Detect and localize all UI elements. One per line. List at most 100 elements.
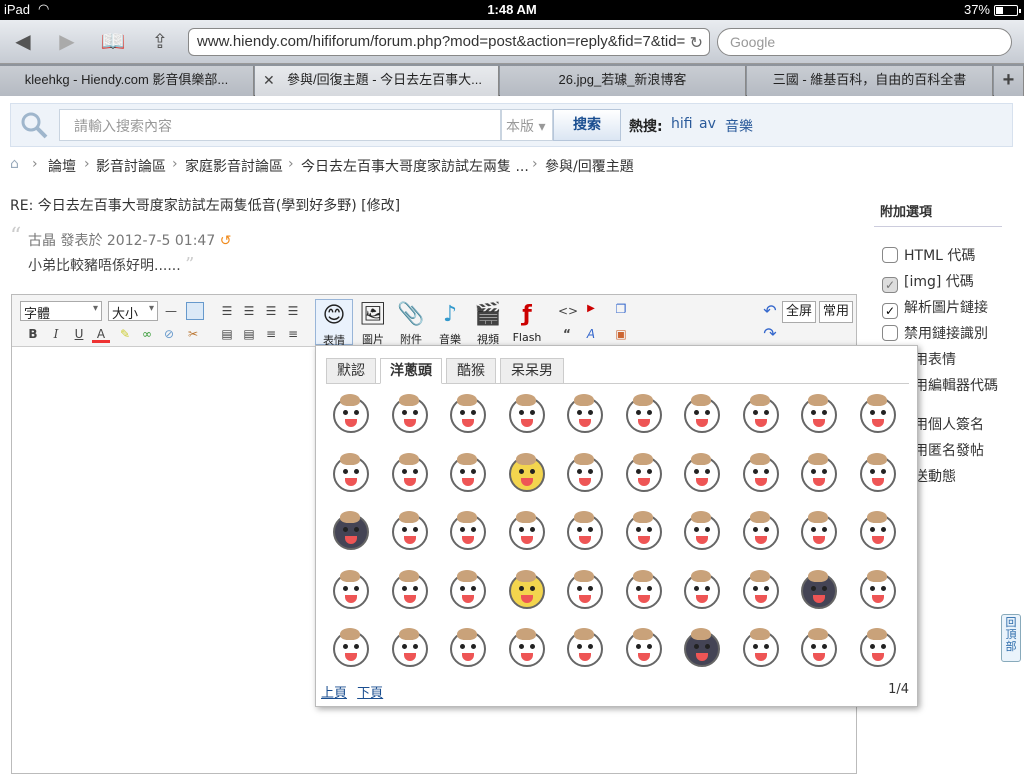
- onion-head-emoticon[interactable]: [445, 626, 491, 672]
- search-field[interactable]: Google: [717, 28, 1012, 56]
- onion-head-emoticon[interactable]: [562, 509, 608, 555]
- onion-head-emoticon[interactable]: [738, 568, 784, 614]
- option-html-code[interactable]: HTML 代碼: [882, 245, 975, 265]
- onion-head-emoticon[interactable]: [445, 509, 491, 555]
- table-icon[interactable]: [186, 302, 204, 320]
- onion-head-emoticon[interactable]: [387, 568, 433, 614]
- onion-head-emoticon[interactable]: [796, 451, 842, 497]
- search-button[interactable]: 搜索: [553, 109, 621, 141]
- font-family-select[interactable]: 字體: [20, 301, 102, 322]
- onion-head-emoticon[interactable]: [679, 568, 725, 614]
- onion-head-emoticon[interactable]: [504, 451, 550, 497]
- browser-tab-1[interactable]: kleehkg - Hiendy.com 影音俱樂部...: [0, 66, 254, 96]
- code-icon[interactable]: <>: [558, 302, 578, 320]
- onion-head-emoticon[interactable]: [621, 568, 667, 614]
- onion-head-emoticon[interactable]: [855, 568, 901, 614]
- redo-icon[interactable]: ↷: [761, 325, 779, 343]
- onion-head-emoticon[interactable]: [738, 392, 784, 438]
- onion-head-emoticon[interactable]: [504, 509, 550, 555]
- close-tab-icon[interactable]: ✕: [263, 66, 275, 94]
- back-to-top-button[interactable]: 回頂部: [1001, 614, 1021, 662]
- emoticon-tab-onion[interactable]: 洋蔥頭: [380, 358, 442, 384]
- onion-head-emoticon[interactable]: [855, 626, 901, 672]
- link-icon[interactable]: ∞: [138, 325, 156, 343]
- undo-icon[interactable]: ↶: [761, 302, 779, 320]
- onion-head-emoticon[interactable]: [796, 626, 842, 672]
- onion-head-emoticon[interactable]: [328, 626, 374, 672]
- copy-icon[interactable]: ❐: [612, 300, 630, 318]
- onion-head-emoticon[interactable]: [796, 568, 842, 614]
- font-style-icon[interactable]: A: [582, 325, 600, 343]
- image-button[interactable]: 🖼 圖片: [354, 299, 392, 346]
- onion-head-emoticon[interactable]: [738, 451, 784, 497]
- breadcrumb-home-av[interactable]: 家庭影音討論區: [185, 156, 283, 176]
- onion-head-emoticon[interactable]: [679, 626, 725, 672]
- onion-head-emoticon[interactable]: [328, 568, 374, 614]
- attachment-button[interactable]: 📎 附件: [392, 299, 430, 346]
- onion-head-emoticon[interactable]: [562, 626, 608, 672]
- onion-head-emoticon[interactable]: [328, 451, 374, 497]
- new-tab-button[interactable]: +: [994, 66, 1024, 96]
- onion-head-emoticon[interactable]: [796, 509, 842, 555]
- back-to-post-icon[interactable]: ↺: [220, 233, 232, 249]
- home-icon[interactable]: ⌂: [10, 156, 19, 172]
- onion-head-emoticon[interactable]: [621, 626, 667, 672]
- onion-head-emoticon[interactable]: [621, 509, 667, 555]
- bookmarks-book-icon[interactable]: 📖: [98, 28, 128, 54]
- insert-image-icon[interactable]: ▣: [612, 325, 630, 343]
- search-input[interactable]: 請輸入搜索內容: [59, 109, 501, 141]
- option-feed[interactable]: 送動態: [914, 466, 956, 486]
- fullscreen-button[interactable]: 全屏: [782, 301, 817, 323]
- back-arrow-icon[interactable]: ◀: [8, 28, 38, 54]
- onion-head-emoticon[interactable]: [445, 451, 491, 497]
- emoticon-tab-monkey[interactable]: 酷猴: [446, 358, 496, 384]
- option-parse-image-links[interactable]: ✓ 解析圖片鏈接: [882, 297, 988, 319]
- forward-arrow-icon[interactable]: ▶: [52, 28, 82, 54]
- onion-head-emoticon[interactable]: [387, 451, 433, 497]
- onion-head-emoticon[interactable]: [504, 392, 550, 438]
- align-right-icon[interactable]: ☰: [262, 302, 280, 320]
- onion-head-emoticon[interactable]: [855, 392, 901, 438]
- flash-button[interactable]: ƒ Flash: [508, 299, 546, 345]
- search-scope-select[interactable]: 本版 ▾: [501, 109, 553, 141]
- address-bar[interactable]: www.hiendy.com/hififorum/forum.php?mod=p…: [188, 28, 710, 56]
- music-button[interactable]: ♪ 音樂: [431, 299, 469, 346]
- common-button[interactable]: 常用: [819, 301, 854, 323]
- onion-head-emoticon[interactable]: [679, 392, 725, 438]
- onion-head-emoticon[interactable]: [562, 451, 608, 497]
- onion-head-emoticon[interactable]: [328, 509, 374, 555]
- onion-head-emoticon[interactable]: [504, 626, 550, 672]
- onion-head-emoticon[interactable]: [504, 568, 550, 614]
- bold-icon[interactable]: B: [24, 325, 42, 343]
- onion-head-emoticon[interactable]: [855, 451, 901, 497]
- breadcrumb-forum[interactable]: 論壇: [48, 156, 76, 176]
- align-center-icon[interactable]: ☰: [240, 302, 258, 320]
- browser-tab-3[interactable]: 26.jpg_若璩_新浪博客: [500, 66, 746, 96]
- video-button[interactable]: 🎬 視頻: [469, 299, 507, 346]
- onion-head-emoticon[interactable]: [621, 451, 667, 497]
- unlink-icon[interactable]: ⊘: [160, 325, 178, 343]
- text-color-icon[interactable]: A: [92, 325, 110, 343]
- onion-head-emoticon[interactable]: [738, 509, 784, 555]
- emoticon-tab-dude[interactable]: 呆呆男: [500, 358, 564, 384]
- browser-tab-2[interactable]: ✕ 參與/回復主題 - 今日去左百事大...: [255, 66, 499, 96]
- onion-head-emoticon[interactable]: [679, 509, 725, 555]
- onion-head-emoticon[interactable]: [328, 392, 374, 438]
- option-disable-link-detect[interactable]: 禁用鏈接識別: [882, 323, 988, 343]
- clear-format-icon[interactable]: ✂: [184, 325, 202, 343]
- bullet-list-icon[interactable]: ≡: [284, 325, 302, 343]
- onion-head-emoticon[interactable]: [738, 626, 784, 672]
- browser-tab-4[interactable]: 三國 - 維基百科，自由的百科全書: [747, 66, 993, 96]
- option-editor-code[interactable]: 用編輯器代碼: [914, 375, 998, 395]
- option-anonymous[interactable]: 用匿名發帖: [914, 440, 984, 460]
- option-emoticons[interactable]: 用表情: [914, 349, 956, 369]
- onion-head-emoticon[interactable]: [679, 451, 725, 497]
- align-left-icon[interactable]: ☰: [218, 302, 236, 320]
- prev-page-link[interactable]: 上頁: [321, 686, 347, 701]
- next-page-link[interactable]: 下頁: [357, 686, 383, 701]
- checkbox-checked[interactable]: ✓: [882, 303, 898, 319]
- ordered-list-icon[interactable]: ≡: [262, 325, 280, 343]
- hot-link-music[interactable]: 音樂: [725, 116, 753, 136]
- highlight-icon[interactable]: ✎: [116, 325, 134, 343]
- emoticon-tab-default[interactable]: 默認: [326, 358, 376, 384]
